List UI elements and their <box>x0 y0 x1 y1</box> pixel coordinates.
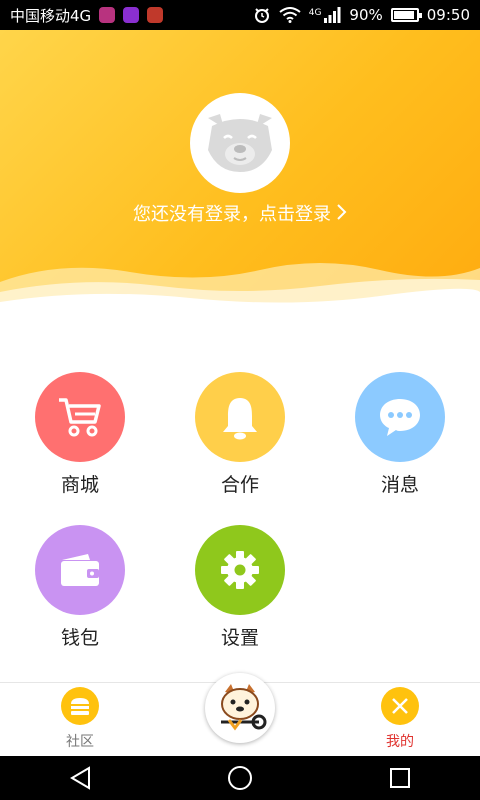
mascot-icon <box>221 684 267 731</box>
network-type-label: 4G <box>308 8 322 18</box>
bell-icon <box>223 398 257 440</box>
nav-label-community: 社区 <box>66 734 94 750</box>
nav-label-mine: 我的 <box>386 734 414 750</box>
login-prompt-label: 您还没有登录，点击登录 <box>133 204 331 225</box>
recents-button[interactable] <box>380 763 420 793</box>
android-nav-bar <box>0 756 480 800</box>
grid-item-mall[interactable]: 商城 <box>20 372 140 497</box>
wave-decoration <box>0 263 480 320</box>
alarm-icon <box>254 8 269 23</box>
clock: 09:50 <box>426 6 470 24</box>
profile-header: 您还没有登录，点击登录 <box>0 30 480 320</box>
grid-label-settings: 设置 <box>220 627 259 649</box>
notification-gallery-icon <box>123 7 140 23</box>
community-icon <box>61 687 99 725</box>
chevron-right-icon <box>337 204 347 225</box>
avatar[interactable] <box>190 93 290 193</box>
gear-icon <box>221 551 259 589</box>
grid-item-wallet[interactable]: 钱包 <box>20 525 140 650</box>
chat-bubble-icon <box>380 399 420 436</box>
wallet-icon-circle <box>35 525 125 615</box>
grid-item-messages[interactable]: 消息 <box>340 372 460 497</box>
nav-item-mine[interactable]: 我的 <box>360 687 440 751</box>
carrier-label: 中国移动4G <box>10 6 92 25</box>
recents-icon <box>390 768 410 788</box>
back-button[interactable] <box>60 763 100 793</box>
center-mascot-button[interactable] <box>205 673 275 743</box>
grid-label-mall: 商城 <box>60 474 99 496</box>
wallet-icon <box>61 554 99 586</box>
notification-mall-icon <box>147 7 164 23</box>
close-icon <box>381 687 419 725</box>
mall-icon-circle <box>35 372 125 462</box>
shopping-cart-icon <box>59 398 101 437</box>
notification-app-icon <box>99 7 116 23</box>
messages-icon-circle <box>355 372 445 462</box>
battery-level <box>393 11 414 19</box>
grid-label-messages: 消息 <box>380 474 419 496</box>
grid-label-wallet: 钱包 <box>60 627 99 649</box>
nav-item-community[interactable]: 社区 <box>40 687 120 751</box>
battery-icon <box>390 8 422 22</box>
settings-icon-circle <box>195 525 285 615</box>
grid-item-settings[interactable]: 设置 <box>180 525 300 650</box>
battery-percent: 90% <box>349 6 383 24</box>
status-bar: 中国移动4G 4G 90% 09:50 <box>0 0 480 30</box>
bottom-nav: 社区 我的 <box>0 673 480 756</box>
grid-label-cooperation: 合作 <box>220 474 259 496</box>
home-button[interactable] <box>220 763 260 793</box>
login-prompt[interactable]: 您还没有登录，点击登录 <box>0 200 480 226</box>
home-icon <box>228 766 252 790</box>
wifi-icon <box>279 7 301 23</box>
back-icon <box>70 766 90 790</box>
cooperation-icon-circle <box>195 372 285 462</box>
bear-avatar-icon <box>208 114 272 172</box>
grid-item-cooperation[interactable]: 合作 <box>180 372 300 497</box>
signal-icon <box>324 7 341 23</box>
